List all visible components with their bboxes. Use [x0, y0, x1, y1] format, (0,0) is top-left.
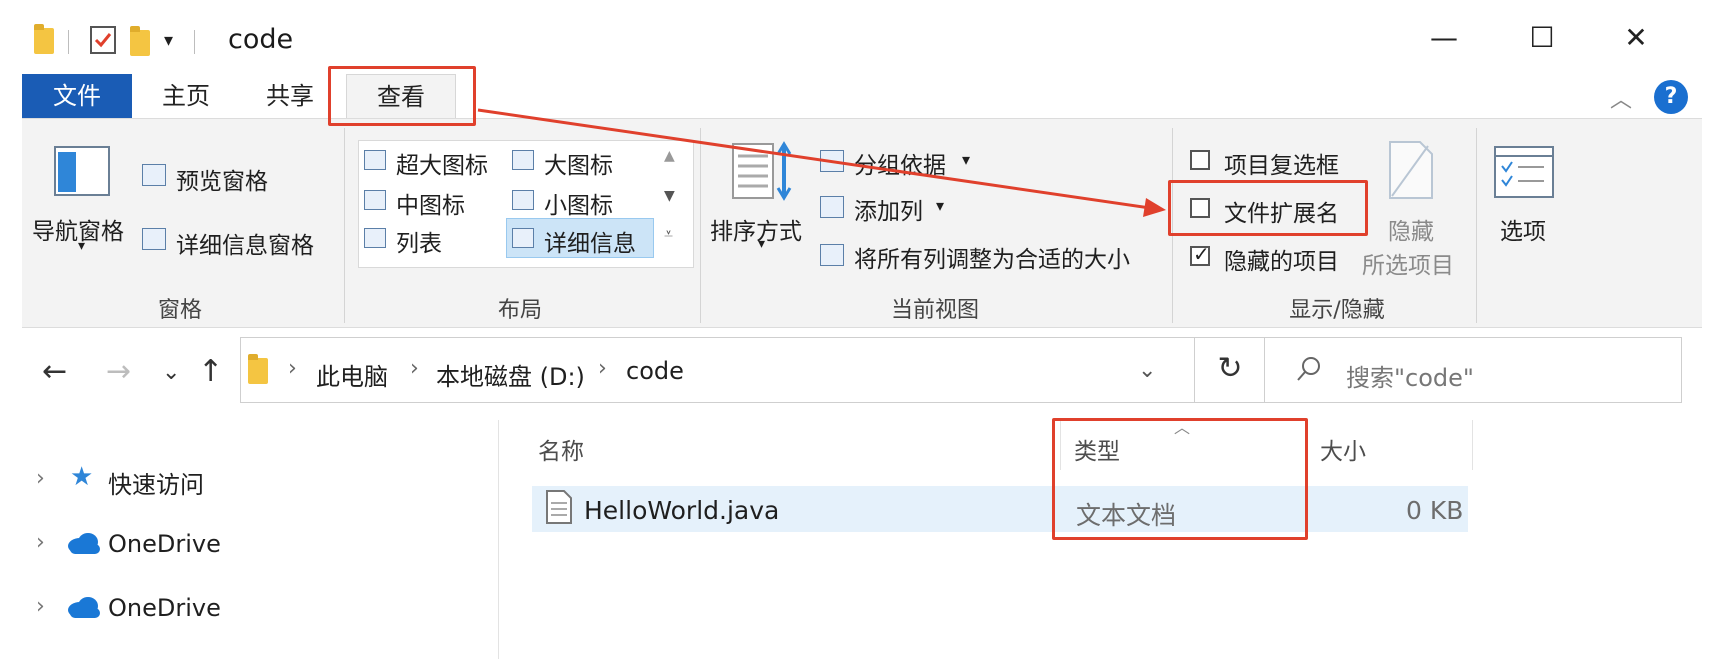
expand-chevron-icon[interactable]: ›	[36, 594, 45, 619]
item-checkboxes-checkbox[interactable]	[1190, 150, 1210, 170]
close-button[interactable]: ✕	[1606, 18, 1666, 58]
chevron-right-icon: ›	[410, 356, 419, 381]
large-icons-icon	[512, 150, 534, 170]
chevron-right-icon: ›	[288, 356, 297, 381]
nav-item-onedrive[interactable]: OneDrive	[108, 530, 221, 558]
item-checkboxes-label[interactable]: 项目复选框	[1224, 146, 1339, 180]
pane-divider[interactable]	[498, 420, 499, 659]
preview-pane-button[interactable]: 预览窗格	[176, 162, 268, 196]
onedrive-cloud-icon	[68, 597, 100, 618]
expand-chevron-icon[interactable]: ›	[36, 530, 45, 555]
breadcrumb-code[interactable]: code	[626, 357, 684, 385]
nav-pane-icon	[54, 146, 110, 196]
layout-details[interactable]: 详细信息	[544, 224, 636, 258]
up-button[interactable]: ↑	[198, 354, 223, 389]
tab-file[interactable]: 文件	[22, 74, 132, 118]
quick-access-dropdown-icon[interactable]: ▾	[164, 30, 173, 51]
folder-icon	[34, 24, 54, 54]
forward-button[interactable]: →	[106, 354, 131, 389]
window-title: code	[228, 24, 294, 55]
column-header-name[interactable]: 名称	[538, 432, 584, 466]
chevron-down-icon: ▾	[936, 196, 945, 215]
recent-locations-icon[interactable]: ⌄	[162, 360, 180, 385]
group-divider	[344, 128, 345, 323]
group-divider	[700, 128, 701, 323]
scroll-up-icon[interactable]: ▲	[664, 148, 675, 164]
refresh-button[interactable]: ↻	[1194, 337, 1266, 403]
group-label-show-hide: 显示/隐藏	[1289, 298, 1385, 323]
help-icon[interactable]: ?	[1654, 80, 1688, 114]
layout-more-icon[interactable]: ⩡	[664, 224, 673, 244]
details-pane-button[interactable]: 详细信息窗格	[176, 226, 314, 260]
chevron-down-icon: ▾	[962, 150, 971, 169]
options-button[interactable]: 选项	[1500, 212, 1546, 246]
list-icon	[364, 228, 386, 248]
size-all-columns-button[interactable]: 将所有列调整为合适的大小	[854, 240, 1130, 274]
breadcrumb-this-pc[interactable]: 此电脑	[316, 357, 388, 392]
hidden-items-checkbox[interactable]	[1190, 242, 1210, 266]
expand-chevron-icon[interactable]: ›	[36, 466, 45, 491]
star-icon: ★	[70, 462, 94, 492]
column-header-size[interactable]: 大小	[1320, 432, 1366, 466]
divider	[68, 30, 69, 54]
layout-large-icons[interactable]: 大图标	[544, 146, 613, 180]
nav-item-onedrive-2[interactable]: OneDrive	[108, 594, 221, 622]
medium-icons-icon	[364, 190, 386, 210]
size-columns-icon	[820, 244, 844, 266]
title-bar: ▾ code — ☐ ✕	[0, 0, 1724, 64]
annotation-box-file-extensions	[1168, 180, 1368, 236]
extra-large-icons-icon	[364, 150, 386, 170]
nav-item-quick-access[interactable]: 快速访问	[108, 465, 204, 500]
collapse-ribbon-icon[interactable]: ︿	[1610, 82, 1632, 114]
layout-extra-large-icons[interactable]: 超大图标	[396, 146, 488, 180]
breadcrumb-local-disk[interactable]: 本地磁盘 (D:)	[436, 357, 585, 392]
layout-medium-icons[interactable]: 中图标	[396, 186, 465, 220]
sort-by-icon	[732, 141, 792, 201]
chevron-down-icon: ▾	[78, 238, 86, 254]
minimize-button[interactable]: —	[1414, 18, 1474, 58]
small-icons-icon	[512, 190, 534, 210]
preview-pane-icon	[142, 164, 166, 186]
new-folder-icon[interactable]	[130, 26, 150, 56]
properties-icon[interactable]	[90, 26, 116, 54]
layout-list[interactable]: 列表	[396, 224, 442, 258]
group-by-button[interactable]: 分组依据	[854, 146, 946, 180]
tab-share[interactable]: 共享	[250, 74, 330, 118]
sort-by-button[interactable]: 排序方式	[710, 212, 802, 246]
hide-selected-label-2[interactable]: 所选项目	[1362, 246, 1454, 280]
address-dropdown-icon[interactable]: ⌄	[1138, 358, 1156, 383]
file-size: 0 KB	[1406, 496, 1464, 525]
folder-icon	[248, 354, 268, 384]
column-divider[interactable]	[1472, 420, 1473, 470]
options-icon	[1494, 146, 1554, 198]
group-by-icon	[820, 150, 844, 172]
group-label-current-view: 当前视图	[890, 298, 979, 323]
group-label-panes: 窗格	[157, 298, 202, 323]
annotation-box-type-column	[1052, 418, 1308, 540]
onedrive-cloud-icon	[68, 533, 100, 554]
hidden-items-label[interactable]: 隐藏的项目	[1224, 242, 1339, 276]
search-input[interactable]: 搜索"code"	[1346, 358, 1474, 393]
back-button[interactable]: ←	[42, 354, 67, 389]
maximize-button[interactable]: ☐	[1512, 18, 1572, 58]
group-divider	[1476, 128, 1477, 323]
add-columns-button[interactable]: 添加列	[854, 192, 923, 226]
text-file-icon	[546, 490, 572, 524]
search-icon	[1297, 357, 1320, 381]
file-name[interactable]: HelloWorld.java	[584, 496, 779, 525]
hide-selected-icon	[1389, 141, 1433, 199]
chevron-right-icon: ›	[598, 356, 607, 381]
details-pane-icon	[142, 228, 166, 250]
annotation-box-view-tab	[328, 66, 476, 126]
scroll-down-icon[interactable]: ▼	[664, 188, 675, 204]
divider	[194, 30, 195, 54]
layout-small-icons[interactable]: 小图标	[544, 186, 613, 220]
hide-selected-label-1[interactable]: 隐藏	[1388, 212, 1434, 246]
details-icon	[512, 228, 534, 248]
add-columns-icon	[820, 196, 844, 218]
tab-home[interactable]: 主页	[146, 74, 226, 118]
chevron-down-icon: ▾	[758, 236, 766, 252]
group-label-layout: 布局	[497, 298, 542, 323]
